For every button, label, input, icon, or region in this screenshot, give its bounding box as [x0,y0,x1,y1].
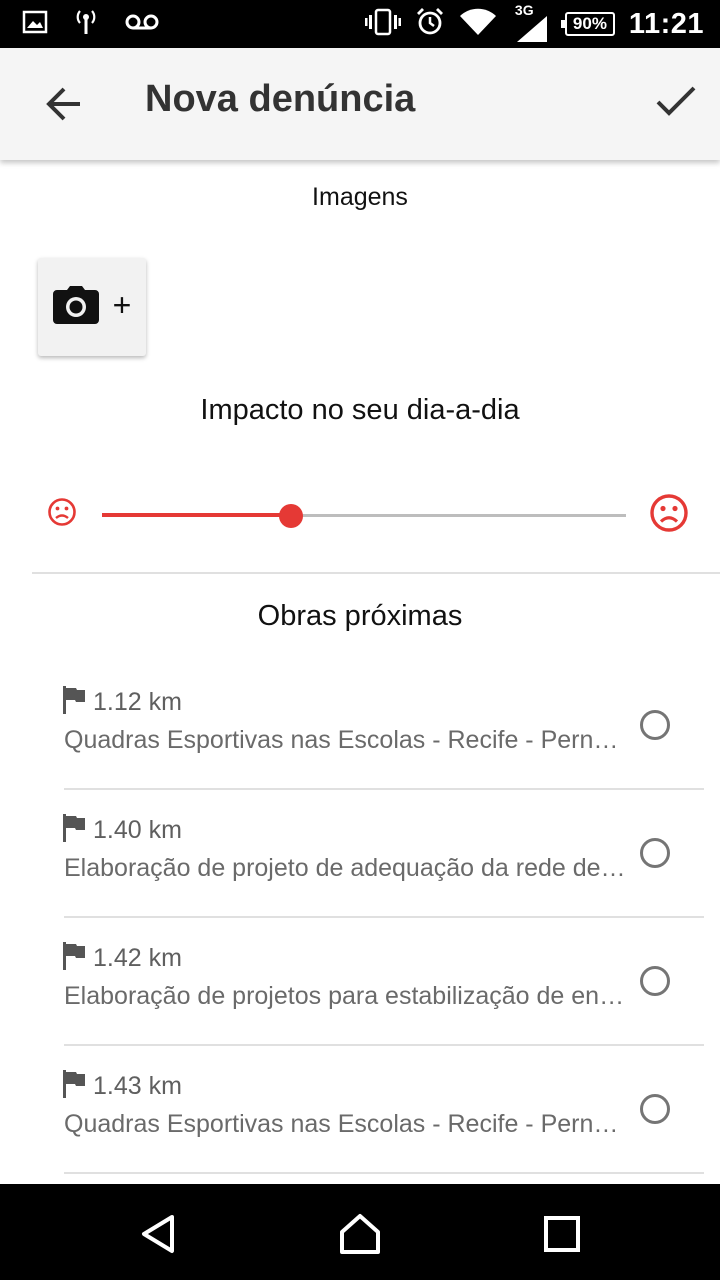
voicemail-icon [124,12,160,37]
flag-icon [63,814,87,847]
alarm-icon [415,7,445,42]
clock: 11:21 [628,7,704,40]
navigation-bar [0,1184,720,1280]
status-bar: 3G 90% 11:21 [0,0,720,48]
nav-back-button[interactable] [136,1212,180,1256]
hotspot-icon [74,8,98,41]
flag-icon [63,686,87,719]
battery-icon: 90% [560,12,615,36]
impact-section-title: Impacto no seu dia-a-dia [200,394,520,426]
sad-face-icon [47,497,77,532]
slider-fill [102,513,291,517]
back-button[interactable] [40,84,88,124]
list-item[interactable]: 1.43 km Quadras Esportivas nas Escolas -… [0,1046,720,1174]
flag-icon [63,1070,87,1103]
nearby-works-list: 1.12 km Quadras Esportivas nas Escolas -… [0,662,720,1174]
work-name: Elaboração de projetos para estabilizaçã… [64,982,626,1010]
image-icon [22,10,48,39]
nav-recents-button[interactable] [540,1212,584,1256]
recents-icon [544,1216,580,1252]
distance-label: 1.40 km [93,816,182,844]
impact-slider[interactable] [102,500,626,532]
distance-label: 1.12 km [93,688,182,716]
confirm-button[interactable] [652,82,700,122]
radio-button[interactable] [640,1094,670,1124]
distance-label: 1.43 km [93,1072,182,1100]
divider [64,1172,704,1174]
radio-button[interactable] [640,966,670,996]
list-item[interactable]: 1.40 km Elaboração de projeto de adequaç… [0,790,720,918]
slider-thumb[interactable] [278,504,303,528]
work-name: Quadras Esportivas nas Escolas - Recife … [64,1110,626,1138]
work-name: Quadras Esportivas nas Escolas - Recife … [64,726,626,754]
battery-percent: 90% [572,14,607,33]
work-name: Elaboração de projeto de adequação da re… [64,854,626,882]
add-photo-button[interactable]: + [38,258,146,356]
images-section-title: Imagens [312,183,408,211]
page-title: Nova denúncia [145,78,416,120]
wifi-icon [459,8,497,41]
list-item[interactable]: 1.42 km Elaboração de projetos para esta… [0,918,720,1046]
nearby-works-title: Obras próximas [257,600,463,632]
app-bar: Nova denúncia [0,48,720,160]
signal-icon: 3G [511,2,551,44]
sad-face-icon [649,493,689,538]
nav-home-button[interactable] [338,1212,382,1256]
camera-icon [52,285,99,329]
home-icon [340,1214,380,1254]
plus-sign: + [112,287,132,323]
radio-button[interactable] [640,710,670,740]
flag-icon [63,942,87,975]
radio-button[interactable] [640,838,670,868]
check-icon [656,86,696,116]
list-item[interactable]: 1.12 km Quadras Esportivas nas Escolas -… [0,662,720,790]
arrow-back-icon [46,87,80,121]
distance-label: 1.42 km [93,944,182,972]
vibrate-icon [364,8,401,41]
divider [32,572,720,574]
back-triangle-icon [142,1215,174,1253]
